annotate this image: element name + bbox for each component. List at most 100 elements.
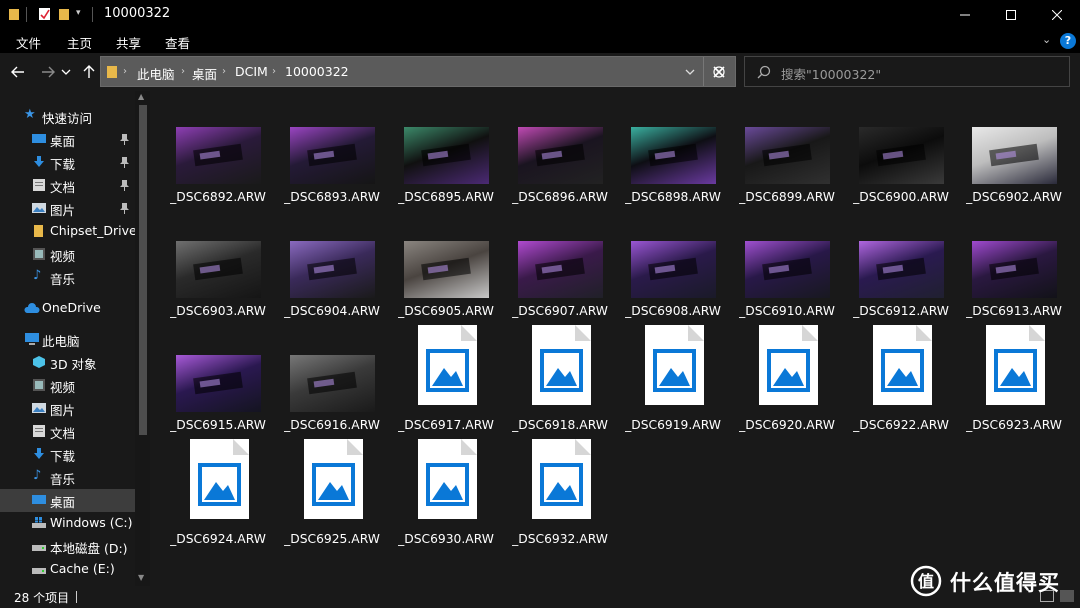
tab-file[interactable]: 文件 [16,33,41,52]
sidebar-item-music[interactable]: ♪ 音乐 [0,266,135,289]
file-item[interactable]: _DSC6924.ARW [165,433,271,546]
breadcrumb-chevron-icon[interactable]: › [222,66,226,77]
file-item[interactable]: _DSC6918.ARW [507,319,613,432]
file-item[interactable]: _DSC6915.ARW [165,319,271,432]
tab-share[interactable]: 共享 [116,33,141,52]
pin-icon[interactable] [120,180,129,191]
file-item[interactable]: _DSC6902.ARW [961,91,1067,204]
sidebar-item-quick-access[interactable]: ★ 快速访问 [0,105,135,128]
address-bar[interactable]: › 此电脑 › 桌面 › DCIM › 10000322 [100,56,736,87]
sidebar-item-pc-desktop[interactable]: 桌面 [0,489,135,512]
sidebar-item-videos[interactable]: 视频 [0,243,135,266]
file-item[interactable]: _DSC6895.ARW [393,91,499,204]
sidebar-item-this-pc[interactable]: 此电脑 [0,328,135,351]
image-file-icon [759,325,818,405]
pin-icon[interactable] [120,134,129,145]
quick-access-dropdown-icon[interactable]: ▾ [76,8,81,18]
maximize-button[interactable] [988,0,1034,30]
file-item[interactable]: _DSC6905.ARW [393,205,499,318]
content-scrollbar[interactable] [1063,91,1080,586]
file-item[interactable]: _DSC6893.ARW [279,91,385,204]
file-item[interactable]: _DSC6932.ARW [507,433,613,546]
file-item[interactable]: _DSC6922.ARW [848,319,954,432]
file-item[interactable]: _DSC6920.ARW [734,319,840,432]
new-folder-icon[interactable] [58,7,70,21]
breadcrumb-chevron-icon[interactable]: › [123,66,127,77]
file-item[interactable]: _DSC6904.ARW [279,205,385,318]
minimize-button[interactable] [942,0,988,30]
file-item[interactable]: _DSC6907.ARW [507,205,613,318]
folder-icon [107,66,117,78]
file-item[interactable]: _DSC6917.ARW [393,319,499,432]
file-name: _DSC6904.ARW [284,304,380,318]
file-item[interactable]: _DSC6919.ARW [620,319,726,432]
file-name: _DSC6925.ARW [284,532,380,546]
address-history-chevron-icon[interactable] [685,68,695,76]
file-item[interactable]: _DSC6896.ARW [507,91,613,204]
sidebar-item-pc-music[interactable]: ♪ 音乐 [0,466,135,489]
sidebar-item-pc-downloads[interactable]: 下载 [0,443,135,466]
file-item[interactable]: _DSC6930.ARW [393,433,499,546]
maximize-icon [1006,10,1016,20]
up-button[interactable] [78,61,100,83]
file-item[interactable]: _DSC6899.ARW [734,91,840,204]
address-divider [703,57,704,86]
scroll-down-icon[interactable]: ▼ [138,573,144,582]
file-item[interactable]: _DSC6898.ARW [620,91,726,204]
sidebar-scrollbar[interactable]: ▲ ▼ [135,91,150,586]
file-item[interactable]: _DSC6892.ARW [165,91,271,204]
breadcrumb-dcim[interactable]: DCIM [235,64,268,79]
clear-address-icon[interactable] [712,65,726,79]
forward-button[interactable] [37,61,59,83]
sidebar-item-3d-objects[interactable]: 3D 对象 [0,351,135,374]
video-icon [33,379,45,391]
file-item[interactable]: _DSC6916.ARW [279,319,385,432]
breadcrumb-chevron-icon[interactable]: › [181,66,185,77]
sidebar-item-drive-d[interactable]: 本地磁盘 (D:) [0,535,135,558]
search-input[interactable]: 搜索"10000322" [744,56,1070,87]
sidebar-item-chipset-driver[interactable]: Chipset_Driver_ [0,220,135,243]
expand-ribbon-icon[interactable]: ⌄ [1042,33,1051,46]
breadcrumb-desktop[interactable]: 桌面 [192,64,217,83]
file-thumbnail [404,127,489,184]
file-thumbnail [631,241,716,298]
file-item[interactable]: _DSC6923.ARW [961,319,1067,432]
sidebar-item-documents[interactable]: 文档 [0,174,135,197]
sidebar-item-pictures[interactable]: 图片 [0,197,135,220]
breadcrumb-this-pc[interactable]: 此电脑 [137,64,175,83]
sidebar-item-pc-pictures[interactable]: 图片 [0,397,135,420]
file-item[interactable]: _DSC6910.ARW [734,205,840,318]
tab-view[interactable]: 查看 [165,33,190,52]
file-item[interactable]: _DSC6903.ARW [165,205,271,318]
scroll-up-icon[interactable]: ▲ [138,92,144,101]
file-item[interactable]: _DSC6908.ARW [620,205,726,318]
file-item[interactable]: _DSC6912.ARW [848,205,954,318]
breadcrumb-chevron-icon[interactable]: › [272,66,276,77]
pin-icon[interactable] [120,157,129,168]
sidebar-scroll-thumb[interactable] [139,105,147,435]
file-name: _DSC6915.ARW [170,418,266,432]
breadcrumb-current-folder[interactable]: 10000322 [285,64,349,79]
properties-icon[interactable] [38,7,52,21]
sidebar-item-drive-e[interactable]: Cache (E:) [0,558,135,581]
sidebar-item-onedrive[interactable]: OneDrive [0,297,135,320]
sidebar-item-pc-documents[interactable]: 文档 [0,420,135,443]
site-watermark: 值 什么值得买 [910,565,1078,599]
back-button[interactable] [7,61,29,83]
file-item[interactable]: _DSC6900.ARW [848,91,954,204]
close-icon [1052,10,1062,20]
file-thumbnail [859,127,944,184]
tab-home[interactable]: 主页 [67,33,92,52]
file-item[interactable]: _DSC6925.ARW [279,433,385,546]
sidebar-item-pc-videos[interactable]: 视频 [0,374,135,397]
help-icon[interactable]: ? [1060,33,1076,49]
sidebar-item-drive-c[interactable]: Windows (C:) [0,512,135,535]
search-placeholder: 搜索"10000322" [781,67,882,82]
recent-locations-button[interactable] [58,61,74,83]
pin-icon[interactable] [120,203,129,214]
sidebar-item-downloads[interactable]: 下载 [0,151,135,174]
status-separator [76,591,77,603]
sidebar-item-desktop[interactable]: 桌面 [0,128,135,151]
file-item[interactable]: _DSC6913.ARW [961,205,1067,318]
close-button[interactable] [1034,0,1080,30]
